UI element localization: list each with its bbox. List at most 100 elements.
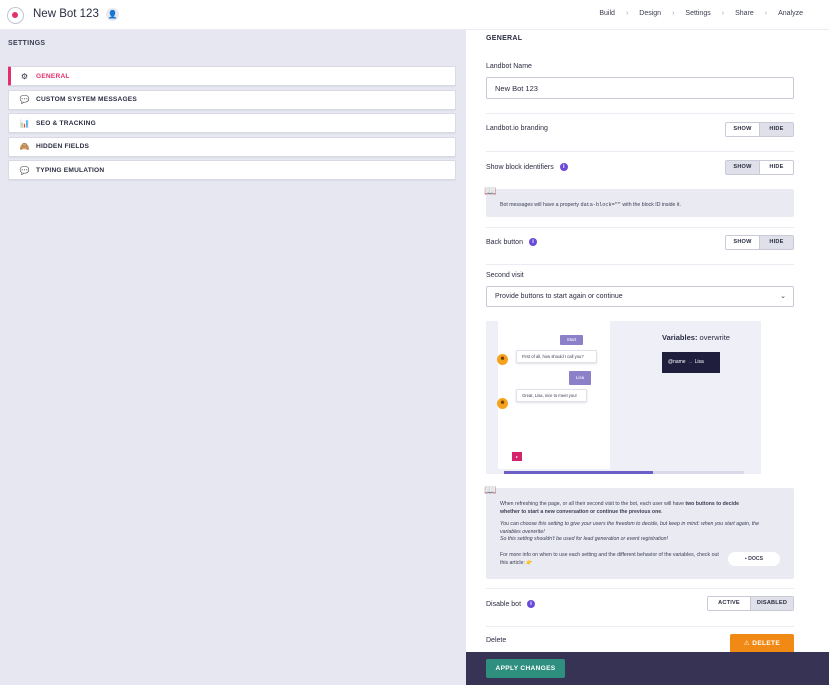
block-identifiers-label: Show block identifiers i [486, 163, 568, 171]
back-button-label: Back button i [486, 238, 537, 246]
second-visit-label: Second visit [486, 272, 524, 279]
preview-progress-fill [504, 471, 653, 474]
bar-chart-icon: 📊 [19, 118, 30, 128]
book-icon: ▪ [744, 556, 747, 562]
nav-analyze[interactable]: Analyze [778, 10, 803, 17]
note-line1-pre: When refreshing the page, or all their s… [500, 501, 686, 507]
block-identifiers-note-text: Bot messages will have a property data-b… [500, 202, 681, 210]
disable-bot-label: Disable bot i [486, 600, 536, 608]
sidebar-item-label: TYPING EMULATION [36, 166, 105, 174]
bot-avatar-icon: ☻ [497, 398, 508, 409]
nav-build[interactable]: Build [599, 10, 615, 17]
branding-label: Landbot.io branding [486, 125, 548, 132]
second-visit-note: 📖 When refreshing the page, or all their… [484, 485, 794, 579]
divider [486, 264, 794, 265]
nav-separator-icon: › [721, 10, 725, 17]
note-italic-2: So this setting shouldn't be used for le… [500, 536, 668, 542]
speech-bubble-icon: 💬 [19, 95, 30, 104]
landbot-name-input[interactable] [486, 77, 794, 99]
main-nav: Build › Design › Settings › Share › Anal… [599, 10, 803, 17]
nav-share[interactable]: Share [735, 10, 754, 17]
back-button-hide-button[interactable]: HIDE [759, 236, 793, 249]
speech-bubble-icon: 💬 [19, 165, 30, 175]
nav-separator-icon: › [625, 10, 629, 17]
back-button-show-button[interactable]: SHOW [726, 236, 759, 249]
nav-settings[interactable]: Settings [685, 10, 710, 17]
delete-button-label: DELETE [752, 640, 781, 647]
variable-value: Lisa [694, 359, 704, 365]
note-italic-1: You can choose this setting to give your… [500, 521, 759, 535]
branding-show-button[interactable]: SHOW [726, 123, 759, 136]
note-text-pre: Bot messages will have a property [500, 202, 581, 208]
back-button-toggle: SHOW HIDE [725, 235, 794, 250]
settings-title: SETTINGS [8, 40, 46, 47]
user-bubble: Lisa [569, 371, 591, 385]
apply-changes-button[interactable]: APPLY CHANGES [486, 659, 565, 678]
landbot-name-label: Landbot Name [486, 63, 532, 70]
disable-bot-disabled-button[interactable]: DISABLED [750, 597, 793, 610]
bot-bubble: First of all, how should I call you? [516, 350, 597, 363]
divider [486, 588, 794, 589]
block-identifiers-label-text: Show block identifiers [486, 163, 554, 171]
user-bubble: Start [560, 335, 583, 345]
info-icon[interactable]: i [527, 600, 536, 608]
variable-chip: @name → Lisa [662, 352, 720, 373]
bot-avatar-icon: ☻ [497, 354, 508, 365]
sidebar-item-typing-emulation[interactable]: 💬 TYPING EMULATION [8, 160, 456, 180]
docs-button-label: DOCS [748, 556, 764, 562]
nav-design[interactable]: Design [639, 10, 661, 17]
note-text-post: with the block ID inside it. [620, 202, 681, 208]
second-visit-note-text: When refreshing the page, or all their s… [500, 501, 750, 516]
top-bar: New Bot 123 👤 Build › Design › Settings … [0, 0, 829, 30]
gear-icon: ⚙ [20, 71, 29, 81]
second-visit-note-italic: You can choose this setting to give your… [500, 521, 760, 544]
disable-bot-label-text: Disable bot [486, 600, 522, 608]
book-icon: 📖 [484, 485, 497, 496]
landbot-logo-icon[interactable] [7, 7, 24, 24]
block-identifiers-hide-button[interactable]: HIDE [759, 161, 793, 174]
bot-bubble: Great, Lisa, nice to meet you! [516, 389, 587, 402]
bot-title[interactable]: New Bot 123 [33, 8, 99, 20]
sidebar-item-label: GENERAL [36, 72, 70, 80]
variables-title: Variables: overwrite [662, 333, 730, 342]
divider [486, 113, 794, 114]
sidebar-item-label: HIDDEN FIELDS [36, 143, 90, 150]
settings-sidebar: SETTINGS ⚙ GENERAL 💬 CUSTOM SYSTEM MESSA… [0, 30, 466, 685]
sidebar-item-seo-tracking[interactable]: 📊 SEO & TRACKING [8, 113, 456, 133]
variables-title-rest: overwrite [697, 333, 730, 342]
sidebar-item-general[interactable]: ⚙ GENERAL [8, 66, 456, 86]
settings-menu: ⚙ GENERAL 💬 CUSTOM SYSTEM MESSAGES 📊 SEO… [8, 66, 456, 184]
second-visit-preview: Start ☻ First of all, how should I call … [486, 321, 761, 474]
warning-icon: ⚠ [743, 640, 751, 647]
nav-separator-icon: › [672, 10, 675, 17]
bottom-action-bar: APPLY CHANGES [466, 652, 829, 685]
block-identifiers-show-button[interactable]: SHOW [726, 161, 759, 174]
branding-toggle: SHOW HIDE [725, 122, 794, 137]
divider [486, 626, 794, 627]
variable-name: @name [668, 359, 686, 365]
add-collaborator-icon[interactable]: 👤 [106, 8, 119, 21]
sidebar-item-custom-system-messages[interactable]: 💬 CUSTOM SYSTEM MESSAGES [8, 89, 456, 110]
second-visit-select[interactable]: Provide buttons to start again or contin… [486, 286, 794, 307]
general-settings-panel: GENERAL Landbot Name Landbot.io branding… [466, 30, 829, 652]
chat-preview: Start ☻ First of all, how should I call … [497, 321, 610, 469]
info-icon[interactable]: i [559, 163, 568, 171]
divider [486, 151, 794, 152]
delete-button[interactable]: ⚠ DELETE [730, 634, 794, 652]
note-code: data-block="" [580, 202, 621, 208]
info-icon[interactable]: i [528, 238, 537, 246]
block-identifiers-note: 📖 Bot messages will have a property data… [484, 186, 794, 217]
nav-separator-icon: › [764, 10, 768, 17]
pointing-hand-icon: 👉 [526, 559, 533, 566]
section-title: GENERAL [486, 35, 523, 42]
disable-bot-toggle: ACTIVE DISABLED [707, 596, 794, 611]
preview-progress-track [504, 471, 744, 474]
divider [486, 227, 794, 228]
branding-hide-button[interactable]: HIDE [759, 123, 793, 136]
sidebar-item-label: CUSTOM SYSTEM MESSAGES [36, 96, 138, 103]
docs-button[interactable]: ▪ DOCS [728, 552, 780, 566]
arrow-icon: → [687, 359, 693, 365]
send-icon: ▸ [512, 452, 522, 461]
sidebar-item-hidden-fields[interactable]: 🙈 HIDDEN FIELDS [8, 136, 456, 157]
disable-bot-active-button[interactable]: ACTIVE [708, 597, 750, 610]
